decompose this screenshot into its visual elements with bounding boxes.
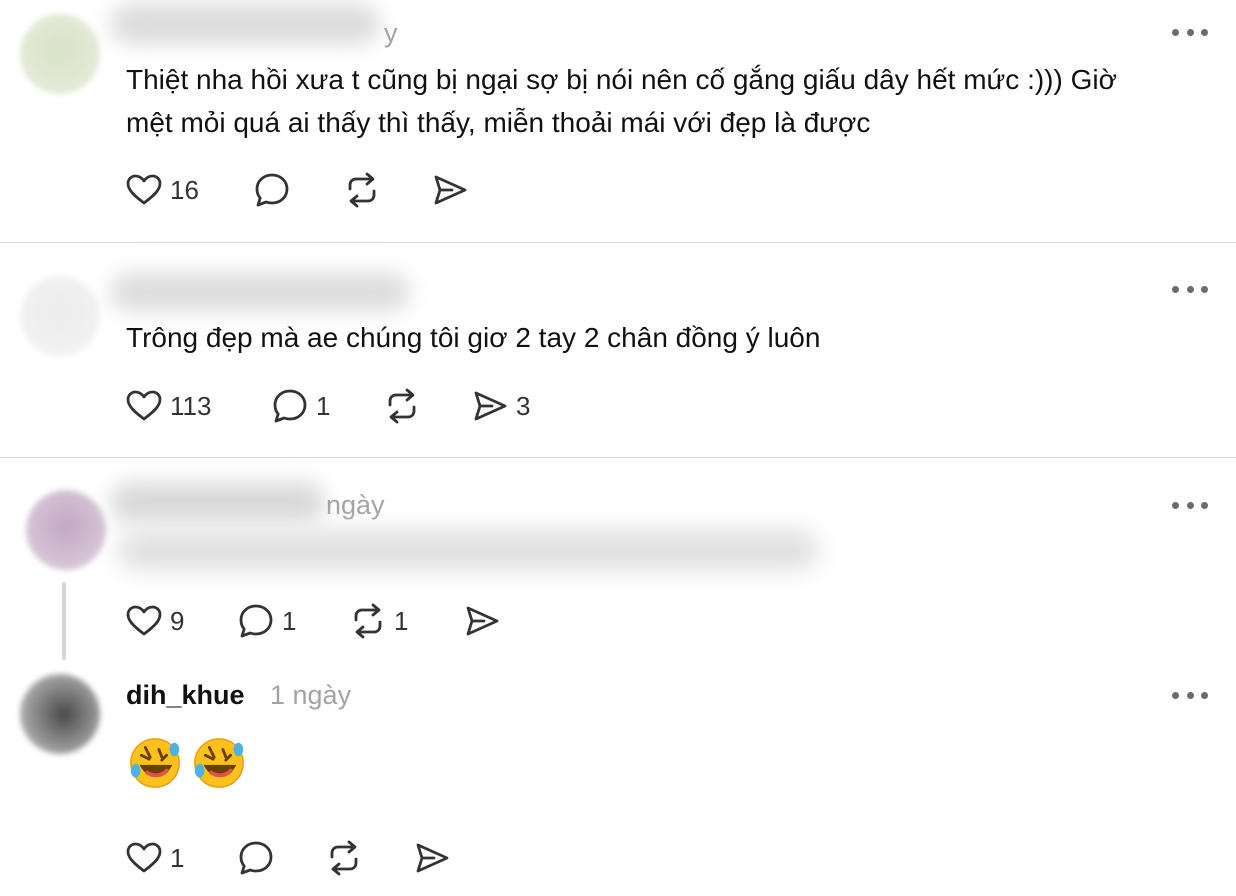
timestamp: y bbox=[384, 18, 398, 48]
blurred-username bbox=[110, 482, 325, 522]
repost-button[interactable]: 1 bbox=[348, 601, 408, 641]
share-icon bbox=[416, 843, 449, 873]
more-options-icon[interactable] bbox=[1172, 499, 1208, 511]
share-icon bbox=[466, 606, 499, 636]
like-button[interactable]: 9 bbox=[124, 601, 184, 641]
like-button[interactable]: 16 bbox=[124, 170, 199, 210]
share-icon bbox=[434, 175, 467, 205]
repost-icon bbox=[348, 172, 376, 208]
heart-icon bbox=[126, 174, 162, 205]
post-text-line-2: mệt mỏi quá ai thấy thì thấy, miễn thoải… bbox=[126, 107, 871, 138]
thread-line bbox=[62, 582, 66, 660]
post-2: Trông đẹp mà ae chúng tôi giơ 2 tay 2 ch… bbox=[0, 243, 1236, 457]
heart-icon bbox=[126, 605, 162, 636]
avatar[interactable] bbox=[20, 14, 100, 94]
comment-icon bbox=[239, 841, 273, 875]
share-icon bbox=[474, 391, 507, 421]
post-text-line-1: Thiệt nha hồi xưa t cũng bị ngại sợ bị n… bbox=[126, 64, 1117, 95]
laughing-emoji bbox=[130, 738, 180, 788]
reply-count: 1 bbox=[316, 390, 331, 421]
post-text: Trông đẹp mà ae chúng tôi giơ 2 tay 2 ch… bbox=[126, 322, 821, 353]
blurred-post-text bbox=[118, 530, 818, 570]
comment-icon bbox=[255, 173, 289, 207]
heart-icon bbox=[126, 842, 162, 873]
repost-button[interactable] bbox=[342, 170, 382, 210]
reply-button[interactable]: 1 bbox=[270, 386, 330, 426]
share-button[interactable] bbox=[412, 838, 452, 878]
like-button[interactable]: 1 bbox=[124, 838, 184, 878]
more-options-icon[interactable] bbox=[1172, 689, 1208, 701]
repost-button[interactable] bbox=[382, 386, 422, 426]
share-button[interactable] bbox=[430, 170, 470, 210]
avatar[interactable] bbox=[20, 674, 100, 754]
post-1: y Thiệt nha hồi xưa t cũng bị ngại sợ bị… bbox=[0, 0, 1236, 242]
repost-icon bbox=[330, 840, 358, 876]
reply-button[interactable] bbox=[252, 170, 292, 210]
blurred-username bbox=[110, 4, 380, 44]
like-count: 16 bbox=[170, 174, 199, 205]
reply-count: 1 bbox=[282, 605, 297, 636]
repost-count: 1 bbox=[394, 605, 409, 636]
avatar[interactable] bbox=[20, 276, 100, 356]
timestamp: 1 ngày bbox=[270, 680, 352, 710]
share-button[interactable] bbox=[462, 601, 502, 641]
repost-button[interactable] bbox=[324, 838, 364, 878]
blurred-username bbox=[110, 272, 410, 312]
share-count: 3 bbox=[516, 390, 531, 421]
repost-icon bbox=[354, 603, 382, 639]
timestamp: ngày bbox=[326, 490, 385, 520]
reply-button[interactable] bbox=[236, 838, 276, 878]
like-count: 9 bbox=[170, 605, 185, 636]
more-options-icon[interactable] bbox=[1172, 26, 1208, 38]
share-button[interactable]: 3 bbox=[470, 386, 530, 426]
laughing-emoji bbox=[194, 738, 244, 788]
username[interactable]: dih_khue bbox=[126, 680, 245, 711]
reply-button[interactable]: 1 bbox=[236, 601, 296, 641]
comment-icon bbox=[239, 604, 273, 638]
repost-icon bbox=[388, 388, 416, 424]
like-count: 113 bbox=[170, 390, 212, 421]
post-3: ngày 9 1 1 bbox=[0, 458, 1236, 660]
post-4: dih_khue 1 ngày 1 bbox=[0, 660, 1236, 896]
comment-icon bbox=[273, 389, 307, 423]
more-options-icon[interactable] bbox=[1172, 283, 1208, 295]
avatar[interactable] bbox=[26, 490, 106, 570]
like-button[interactable]: 113 bbox=[124, 386, 211, 426]
like-count: 1 bbox=[170, 842, 185, 873]
heart-icon bbox=[126, 390, 162, 421]
